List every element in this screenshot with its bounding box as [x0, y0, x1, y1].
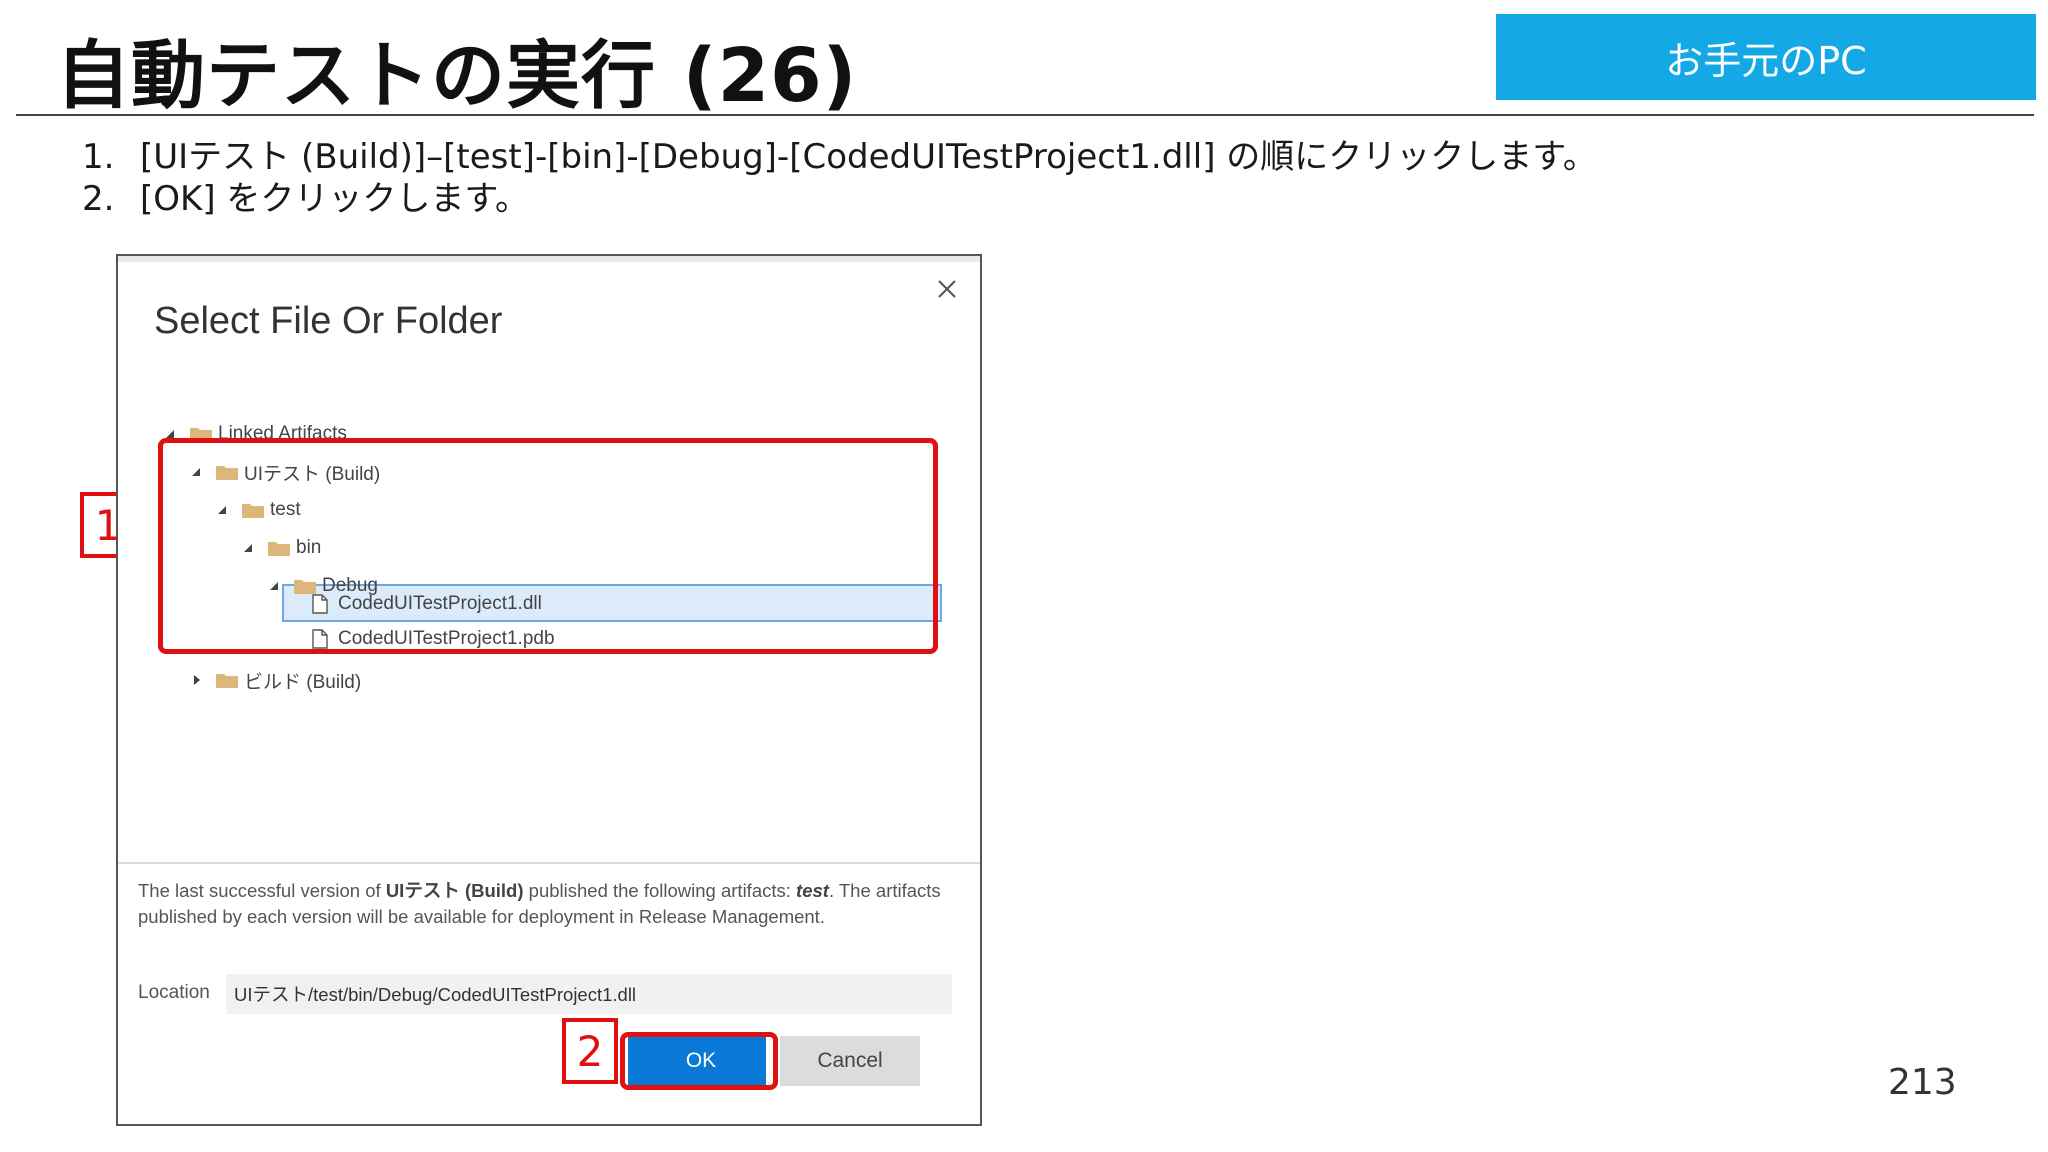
step-number: 1. — [82, 137, 115, 177]
slide-title: 自動テストの実行 (26) — [56, 33, 858, 119]
close-icon[interactable] — [930, 272, 964, 306]
environment-badge: お手元のPC — [1496, 14, 2036, 100]
title-divider — [16, 114, 2034, 116]
info-text-part: published the following artifacts: — [523, 880, 797, 901]
step-number: 2. — [82, 179, 115, 219]
cancel-button[interactable]: Cancel — [780, 1036, 920, 1086]
info-text-part: The last successful version of — [138, 880, 386, 901]
info-build-name: UIテスト (Build) — [385, 880, 524, 901]
collapsed-arrow-icon[interactable] — [188, 673, 210, 687]
callout-number-2: 2 — [562, 1018, 618, 1084]
artifact-info-text: The last successful version of UIテスト (Bu… — [138, 878, 968, 930]
tree-item-label: ビルド (Build) — [244, 671, 362, 693]
callout-box-1 — [158, 438, 938, 654]
location-input[interactable] — [226, 974, 952, 1014]
page-number: 213 — [1888, 1062, 1957, 1103]
select-file-dialog: Select File Or Folder Linked Artifacts U… — [116, 254, 982, 1126]
step-text: [OK] をクリックします。 — [140, 179, 529, 219]
tree-item-build[interactable]: ビルド (Build) — [188, 662, 361, 698]
folder-icon — [216, 674, 238, 688]
callout-box-2 — [620, 1032, 778, 1090]
info-artifact-name: test — [796, 880, 829, 901]
step-2: 2. [OK] をクリックします。 — [82, 178, 1597, 220]
step-1: 1. [UIテスト (Build)]–[test]-[bin]-[Debug]-… — [82, 136, 1597, 178]
dialog-divider — [118, 862, 980, 864]
location-label: Location — [138, 982, 210, 1003]
step-text: [UIテスト (Build)]–[test]-[bin]-[Debug]-[Co… — [140, 137, 1597, 177]
dialog-title: Select File Or Folder — [154, 300, 503, 342]
instruction-steps: 1. [UIテスト (Build)]–[test]-[bin]-[Debug]-… — [82, 136, 1597, 220]
dialog-top-strip — [118, 256, 980, 262]
